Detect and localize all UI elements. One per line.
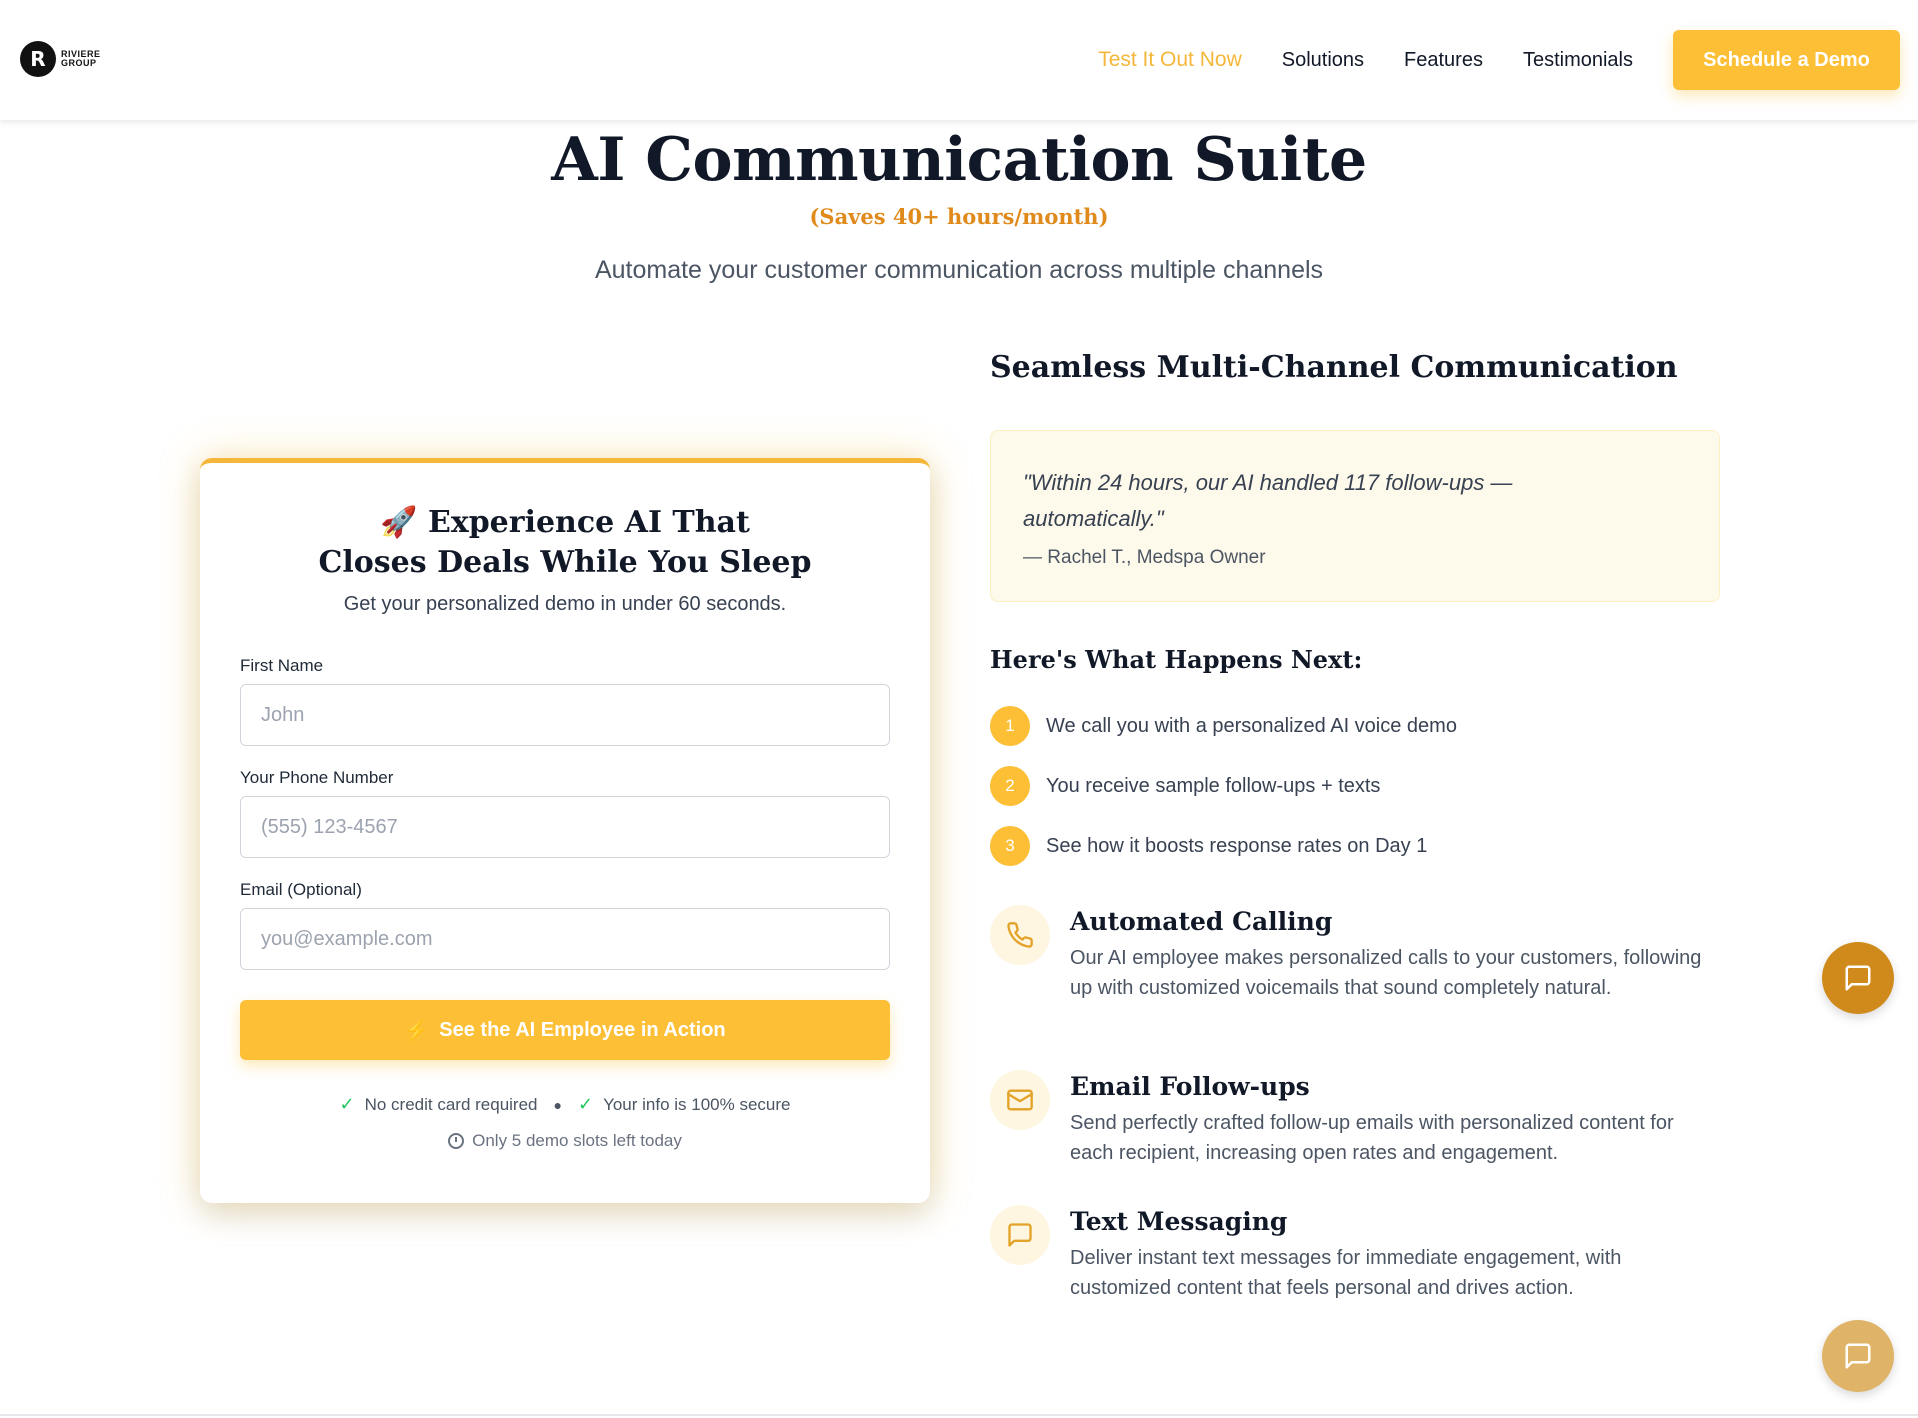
testimonial-quote: "Within 24 hours, our AI handled 117 fol… — [990, 430, 1720, 602]
next-steps-list: 1 We call you with a personalized AI voi… — [990, 706, 1457, 886]
form-title-line1-text: Experience AI That — [427, 505, 750, 540]
features-list: Automated Calling Our AI employee makes … — [990, 905, 1710, 1303]
feature-title: Text Messaging — [1070, 1207, 1288, 1236]
nav-testimonials[interactable]: Testimonials — [1523, 30, 1633, 90]
form-subtitle: Get your personalized demo in under 60 s… — [343, 593, 787, 615]
step-number-badge: 3 — [990, 826, 1030, 866]
demo-form-card: 🚀 Experience AI That Closes Deals While … — [200, 458, 930, 1203]
form-title: 🚀 Experience AI That Closes Deals While … — [240, 503, 890, 583]
trust-no-credit-card: No credit card required — [364, 1094, 538, 1114]
form-title-line1: 🚀 Experience AI That — [240, 503, 890, 543]
nav-solutions[interactable]: Solutions — [1282, 30, 1364, 90]
see-ai-employee-label: See the AI Employee in Action — [439, 1018, 726, 1041]
next-steps-title: Here's What Happens Next: — [990, 645, 1363, 674]
nav-features[interactable]: Features — [1404, 30, 1483, 90]
first-name-label: First Name — [240, 656, 324, 675]
company-logo[interactable]: R RIVIERE GROUP — [20, 41, 101, 77]
step-number-badge: 2 — [990, 766, 1030, 806]
chat-widget-button[interactable] — [1822, 942, 1894, 1014]
feature-description: Our AI employee makes personalized calls… — [1070, 947, 1702, 999]
slots-left-text: Only 5 demo slots left today — [472, 1131, 682, 1150]
feature-title: Automated Calling — [1070, 907, 1333, 936]
hero-subtitle: (Saves 40+ hours/month) — [809, 204, 1109, 229]
step-text: We call you with a personalized AI voice… — [1046, 714, 1457, 737]
feature-email-follow-ups: Email Follow-ups Send perfectly crafted … — [990, 1070, 1710, 1205]
phone-input[interactable] — [240, 796, 890, 858]
trust-row: ✓ No credit card required ● ✓ Your info … — [240, 1094, 890, 1115]
check-icon: ✓ — [577, 1094, 594, 1114]
footer-divider — [0, 1414, 1918, 1416]
logo-mark: R — [20, 41, 56, 77]
page: R RIVIERE GROUP Test It Out Now Solution… — [0, 0, 1918, 1418]
chat-icon — [1845, 965, 1871, 991]
message-icon — [990, 1205, 1050, 1265]
logo-wordmark: RIVIERE GROUP — [61, 50, 101, 68]
separator-dot: ● — [553, 1096, 562, 1113]
phone-label: Your Phone Number — [240, 768, 394, 787]
first-name-input[interactable] — [240, 684, 890, 746]
step-item: 1 We call you with a personalized AI voi… — [990, 706, 1457, 746]
phone-icon — [990, 905, 1050, 965]
check-icon: ✓ — [339, 1094, 355, 1114]
rocket-icon: 🚀 — [380, 505, 418, 540]
logo-name-line2: GROUP — [61, 58, 97, 68]
feature-description: Send perfectly crafted follow-up emails … — [1070, 1112, 1674, 1164]
feature-text-messaging: Text Messaging Deliver instant text mess… — [990, 1205, 1710, 1303]
step-item: 2 You receive sample follow-ups + texts — [990, 766, 1457, 806]
quote-text: "Within 24 hours, our AI handled 117 fol… — [1023, 470, 1513, 531]
chat-launcher-button[interactable] — [1822, 1320, 1894, 1392]
step-item: 3 See how it boosts response rates on Da… — [990, 826, 1457, 866]
section-title: Seamless Multi-Channel Communication — [990, 350, 1678, 385]
email-label: Email (Optional) — [240, 880, 362, 899]
feature-automated-calling: Automated Calling Our AI employee makes … — [990, 905, 1710, 1070]
feature-title: Email Follow-ups — [1070, 1072, 1310, 1101]
see-ai-employee-button[interactable]: ⚡ See the AI Employee in Action — [240, 1000, 890, 1060]
email-input[interactable] — [240, 908, 890, 970]
form-title-line2: Closes Deals While You Sleep — [318, 545, 812, 580]
feature-description: Deliver instant text messages for immedi… — [1070, 1247, 1622, 1299]
mail-icon — [990, 1070, 1050, 1130]
main-nav: Test It Out Now Solutions Features Testi… — [1098, 30, 1900, 90]
nav-test-it-out-now[interactable]: Test It Out Now — [1098, 30, 1242, 90]
trust-info-secure: Your info is 100% secure — [603, 1094, 791, 1114]
chat-icon — [1845, 1343, 1871, 1369]
clock-icon — [448, 1133, 465, 1149]
step-text: See how it boosts response rates on Day … — [1046, 834, 1428, 857]
page-title: AI Communication Suite — [551, 125, 1367, 195]
step-text: You receive sample follow-ups + texts — [1046, 774, 1381, 797]
hero-description: Automate your customer communication acr… — [594, 256, 1324, 284]
site-header: R RIVIERE GROUP Test It Out Now Solution… — [0, 0, 1918, 120]
slots-row: Only 5 demo slots left today — [240, 1131, 890, 1151]
step-number-badge: 1 — [990, 706, 1030, 746]
quote-author: — Rachel T., Medspa Owner — [1023, 547, 1266, 568]
lightning-icon: ⚡ — [404, 1019, 430, 1042]
schedule-demo-button[interactable]: Schedule a Demo — [1673, 30, 1900, 90]
